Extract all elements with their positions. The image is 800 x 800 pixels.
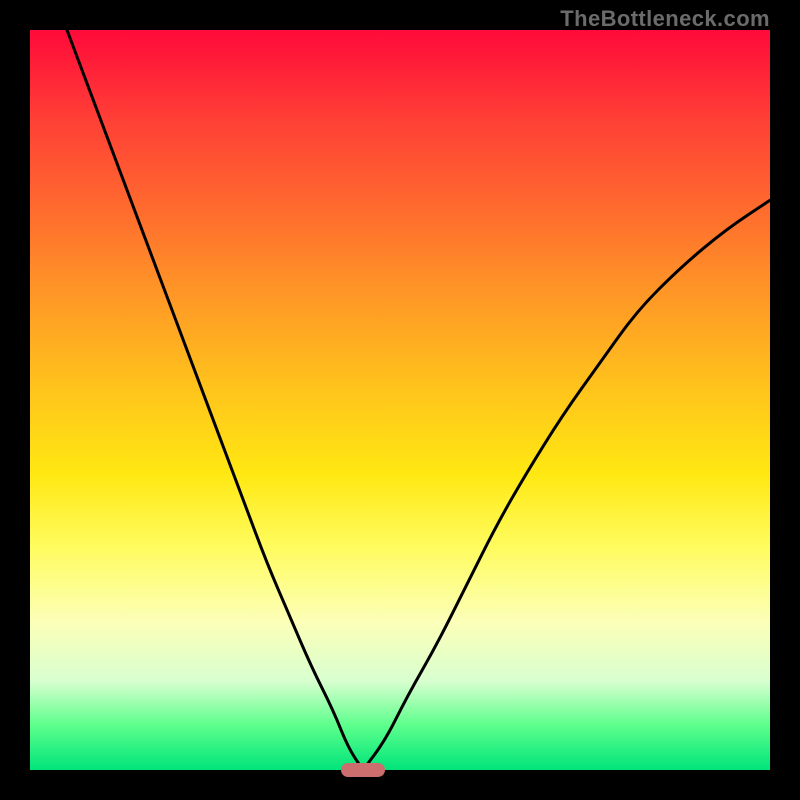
chart-frame: TheBottleneck.com [0, 0, 800, 800]
watermark-label: TheBottleneck.com [560, 6, 770, 32]
plot-area [30, 30, 770, 770]
bottleneck-curve [30, 30, 770, 770]
optimum-marker [341, 763, 385, 778]
curve-left-branch [67, 30, 363, 770]
curve-right-branch [363, 200, 770, 770]
